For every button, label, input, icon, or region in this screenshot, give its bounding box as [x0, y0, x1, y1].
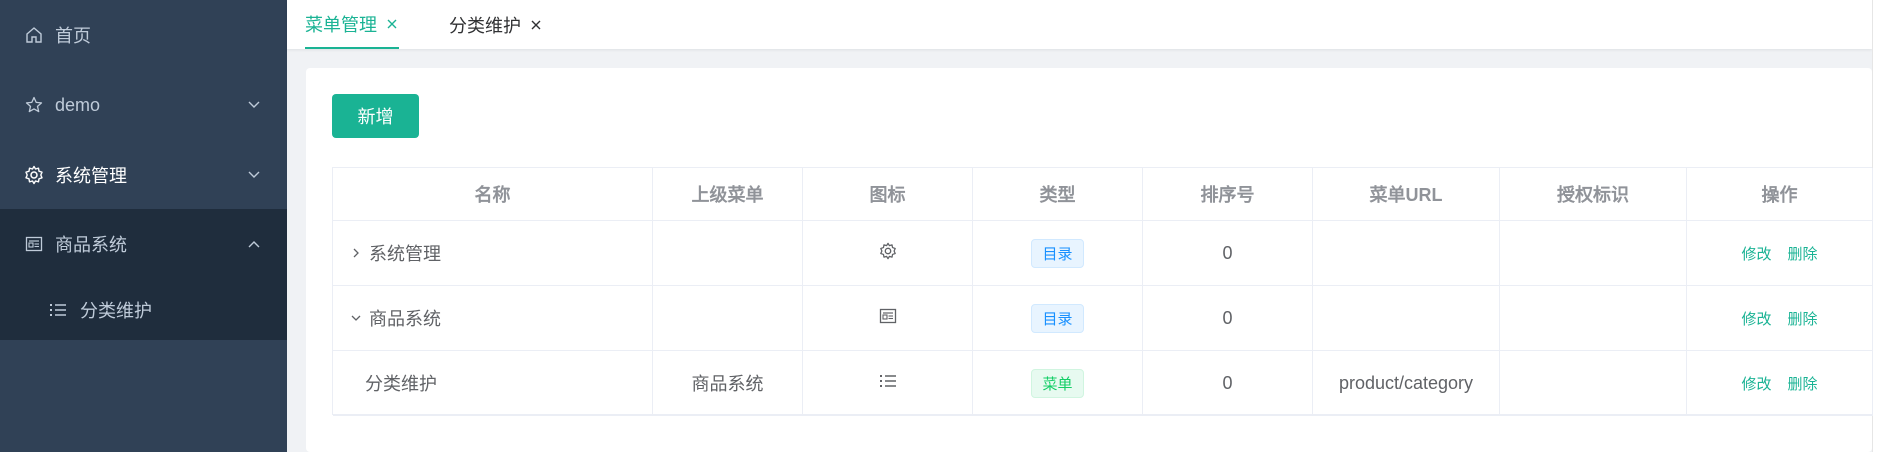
order-cell: 0 — [1143, 351, 1313, 415]
close-icon[interactable] — [529, 18, 543, 32]
sidebar-item-goods[interactable]: 商品系统 — [0, 209, 287, 279]
chevron-down-icon — [247, 168, 261, 182]
column-header: 操作 — [1687, 168, 1873, 221]
list-box-icon — [879, 307, 897, 330]
edit-link[interactable]: 修改 — [1741, 373, 1771, 394]
delete-link[interactable]: 删除 — [1788, 243, 1818, 264]
type-cell: 菜单 — [973, 351, 1143, 415]
type-tag: 菜单 — [1031, 368, 1084, 398]
row-name: 系统管理 — [369, 244, 441, 264]
delete-link[interactable]: 删除 — [1788, 308, 1818, 329]
home-icon — [24, 25, 44, 45]
actions-cell: 修改 删除 — [1687, 286, 1873, 350]
column-header: 图标 — [803, 168, 973, 221]
name-cell: 系统管理 — [333, 221, 653, 285]
gear-icon — [24, 165, 44, 185]
star-icon — [24, 95, 44, 115]
chevron-up-icon — [247, 237, 261, 251]
table-row: 商品系统 目录 0 修改 删除 — [333, 286, 1873, 351]
list-icon — [879, 373, 897, 394]
add-button[interactable]: 新增 — [332, 94, 419, 138]
gear-icon — [879, 242, 897, 265]
parent-cell — [653, 221, 803, 285]
tab-label: 分类维护 — [449, 15, 521, 36]
close-icon[interactable] — [385, 17, 399, 31]
icon-cell — [803, 351, 973, 415]
name-cell: 分类维护 — [333, 351, 653, 415]
sidebar-subitem-category[interactable]: 分类维护 — [0, 279, 287, 340]
edit-link[interactable]: 修改 — [1741, 308, 1771, 329]
table-row: 分类维护 商品系统 菜单 0 product/category 修改 删除 — [333, 351, 1873, 416]
sidebar: 首页 demo 系统管理 商品系统 分类维护 — [0, 0, 287, 452]
perm-cell — [1500, 286, 1687, 350]
icon-cell — [803, 221, 973, 285]
perm-cell — [1500, 221, 1687, 285]
chevron-down-icon[interactable] — [349, 311, 363, 325]
icon-cell — [803, 286, 973, 350]
sidebar-item-label: demo — [55, 94, 101, 115]
chevron-down-icon — [247, 98, 261, 112]
chevron-right-icon[interactable] — [349, 246, 363, 260]
type-cell: 目录 — [973, 286, 1143, 350]
table-row: 系统管理 目录 0 修改 删除 — [333, 221, 1873, 286]
order-cell: 0 — [1143, 286, 1313, 350]
url-cell — [1313, 221, 1500, 285]
list-icon — [48, 300, 68, 320]
delete-link[interactable]: 删除 — [1788, 373, 1818, 394]
url-cell — [1313, 286, 1500, 350]
perm-cell — [1500, 351, 1687, 415]
tab-label: 菜单管理 — [305, 14, 377, 35]
type-cell: 目录 — [973, 221, 1143, 285]
tab-category[interactable]: 分类维护 — [449, 0, 543, 49]
tabs-bar: 菜单管理 分类维护 — [287, 0, 1872, 49]
tab-menu-management[interactable]: 菜单管理 — [305, 0, 399, 49]
column-header: 上级菜单 — [653, 168, 803, 221]
type-tag: 目录 — [1031, 303, 1084, 333]
column-header: 菜单URL — [1313, 168, 1500, 221]
row-name: 商品系统 — [369, 309, 441, 329]
sidebar-item-home[interactable]: 首页 — [0, 0, 287, 70]
column-header: 排序号 — [1143, 168, 1313, 221]
actions-cell: 修改 删除 — [1687, 351, 1873, 415]
column-header: 名称 — [333, 168, 653, 221]
sidebar-item-label: 系统管理 — [55, 166, 127, 186]
order-cell: 0 — [1143, 221, 1313, 285]
url-cell: product/category — [1313, 351, 1500, 415]
type-tag: 目录 — [1031, 238, 1084, 268]
column-header: 类型 — [973, 168, 1143, 221]
column-header: 授权标识 — [1500, 168, 1687, 221]
sidebar-item-system[interactable]: 系统管理 — [0, 140, 287, 210]
parent-cell: 商品系统 — [653, 351, 803, 415]
actions-cell: 修改 删除 — [1687, 221, 1873, 285]
edit-link[interactable]: 修改 — [1741, 243, 1771, 264]
parent-cell — [653, 286, 803, 350]
menu-table: 名称 上级菜单 图标 类型 排序号 菜单URL 授权标识 操作 系统管理 目录 … — [332, 167, 1873, 416]
sidebar-item-demo[interactable]: demo — [0, 70, 287, 140]
right-edge-panel — [1872, 0, 1888, 452]
row-name: 分类维护 — [365, 374, 437, 394]
sidebar-subitem-label: 分类维护 — [80, 300, 152, 321]
sidebar-item-label: 商品系统 — [55, 235, 127, 255]
name-cell: 商品系统 — [333, 286, 653, 350]
list-box-icon — [24, 234, 44, 254]
sidebar-item-label: 首页 — [55, 26, 91, 46]
